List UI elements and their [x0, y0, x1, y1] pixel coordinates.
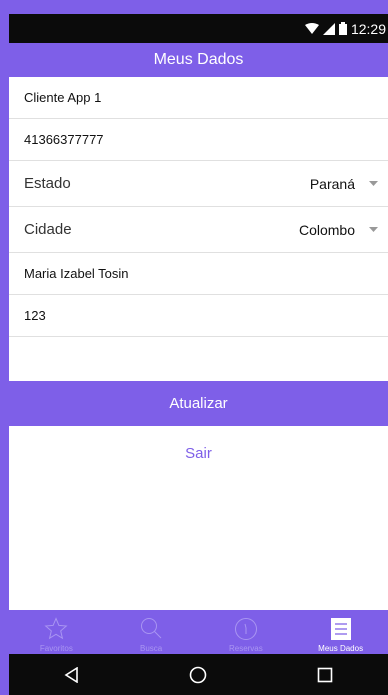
name-field-value[interactable]: Cliente App 1	[24, 90, 101, 105]
status-bar: 12:29	[9, 14, 388, 43]
dropdown-arrow-icon[interactable]	[369, 227, 378, 232]
tab-reservas[interactable]: Reservas	[199, 610, 294, 654]
update-button[interactable]: Atualizar	[9, 381, 388, 426]
logout-link-label: Sair	[185, 444, 212, 462]
tab-bar: Favoritos Busca Reservas Meus Dados	[9, 610, 388, 654]
phone-field[interactable]: 41366377777	[9, 119, 388, 161]
back-icon[interactable]	[42, 655, 102, 695]
system-nav-bar	[9, 654, 388, 695]
search-icon	[139, 615, 163, 642]
cidade-value[interactable]: Colombo	[299, 222, 355, 238]
app-screen: 12:29 Meus Dados Cliente App 1 413663777…	[9, 14, 388, 695]
tab-favoritos[interactable]: Favoritos	[9, 610, 104, 654]
phone-field-value[interactable]: 41366377777	[24, 132, 104, 147]
estado-value[interactable]: Paraná	[310, 176, 355, 192]
extra-field[interactable]	[9, 337, 388, 379]
star-icon	[44, 615, 68, 642]
recents-icon[interactable]	[295, 655, 355, 695]
tab-label: Favoritos	[39, 644, 73, 653]
clock-icon	[234, 615, 258, 642]
cidade-select[interactable]: Cidade Colombo	[9, 207, 388, 253]
list-icon	[330, 615, 352, 642]
contact-field[interactable]: Maria Izabel Tosin	[9, 253, 388, 295]
number-field-value[interactable]: 123	[24, 308, 46, 323]
status-time: 12:29	[350, 20, 386, 37]
wifi-icon	[304, 22, 319, 35]
header-bar: Meus Dados	[9, 43, 388, 77]
logout-link[interactable]: Sair	[9, 441, 388, 465]
number-field[interactable]: 123	[9, 295, 388, 337]
page-title: Meus Dados	[153, 51, 244, 68]
signal-icon	[322, 22, 335, 35]
tab-meus-dados[interactable]: Meus Dados	[293, 610, 388, 654]
battery-icon	[338, 22, 347, 35]
tab-label: Meus Dados	[318, 644, 364, 653]
tab-busca[interactable]: Busca	[104, 610, 199, 654]
estado-label: Estado	[24, 175, 71, 192]
home-icon[interactable]	[168, 655, 228, 695]
estado-select[interactable]: Estado Paraná	[9, 161, 388, 207]
tab-label: Reservas	[228, 644, 263, 653]
cidade-label: Cidade	[24, 221, 72, 238]
update-button-label: Atualizar	[169, 395, 228, 412]
tab-label: Busca	[140, 644, 163, 653]
dropdown-arrow-icon[interactable]	[369, 181, 378, 186]
contact-field-value[interactable]: Maria Izabel Tosin	[24, 266, 129, 281]
name-field[interactable]: Cliente App 1	[9, 77, 388, 119]
